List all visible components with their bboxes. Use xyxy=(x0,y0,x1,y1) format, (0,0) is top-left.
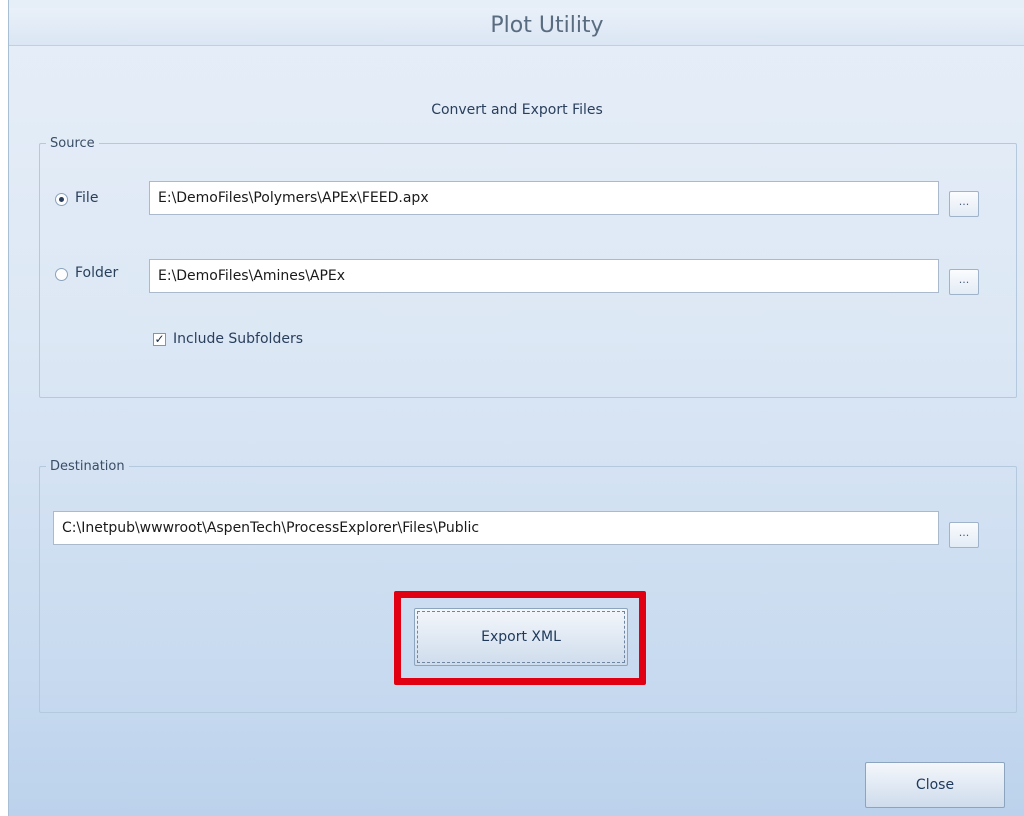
file-radio[interactable] xyxy=(55,193,68,206)
dialog-subtitle: Convert and Export Files xyxy=(431,102,603,118)
destination-path-input[interactable]: C:\Inetpub\wwwroot\AspenTech\ProcessExpl… xyxy=(53,511,939,545)
window-title: Plot Utility xyxy=(490,13,604,38)
folder-browse-button[interactable]: ... xyxy=(949,269,979,295)
destination-browse-button[interactable]: ... xyxy=(949,522,979,548)
folder-radio-label[interactable]: Folder xyxy=(75,265,118,281)
destination-legend: Destination xyxy=(50,459,125,474)
folder-path-input[interactable]: E:\DemoFiles\Amines\APEx xyxy=(149,259,939,293)
close-button[interactable]: Close xyxy=(865,762,1005,808)
export-xml-button[interactable]: Export XML xyxy=(414,608,628,666)
folder-radio[interactable] xyxy=(55,268,68,281)
plot-utility-window: Plot Utility Convert and Export Files So… xyxy=(8,0,1024,816)
include-subfolders-label[interactable]: Include Subfolders xyxy=(173,331,303,347)
include-subfolders-checkbox[interactable]: ✓ xyxy=(153,333,166,346)
file-radio-label[interactable]: File xyxy=(75,190,98,206)
file-browse-button[interactable]: ... xyxy=(949,191,979,217)
source-legend: Source xyxy=(50,136,95,151)
file-path-input[interactable]: E:\DemoFiles\Polymers\APEx\FEED.apx xyxy=(149,181,939,215)
title-bar: Plot Utility xyxy=(9,8,1024,46)
